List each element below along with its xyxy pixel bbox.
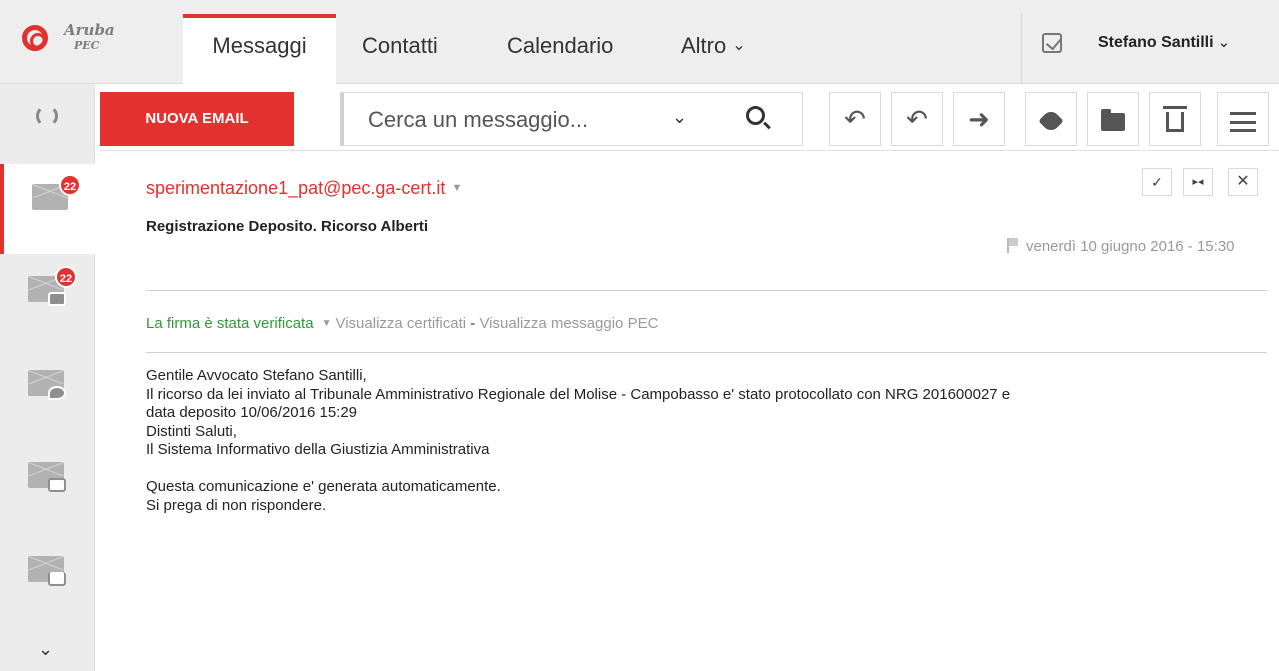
body-line: Questa comunicazione e' generata automat… <box>146 478 501 495</box>
refresh-button[interactable] <box>0 84 95 154</box>
tab-altro-label: Altro <box>681 33 727 58</box>
pencil-icon <box>48 478 66 492</box>
reply-icon: ↶ <box>844 104 866 134</box>
caret-down-icon[interactable]: ▼ <box>322 318 332 329</box>
signature-bar: La firma è stata verificata ▼ Visualizza c… <box>146 315 658 332</box>
chevron-down-icon: ⌄ <box>1217 34 1231 51</box>
divider <box>1021 14 1022 84</box>
tab-altro[interactable]: Altro ⌄ <box>681 14 746 84</box>
view-pec-message-link[interactable]: Visualizza messaggio PEC <box>479 315 658 332</box>
tab-messaggi[interactable]: Messaggi <box>183 14 336 85</box>
folder-icon <box>48 292 66 306</box>
tag-button[interactable] <box>1025 92 1077 146</box>
sidebar-item-drafts[interactable] <box>0 442 95 532</box>
sidebar-item-pec-folder[interactable]: 22 <box>0 256 95 346</box>
flag-icon[interactable] <box>1007 238 1018 253</box>
close-message-button[interactable]: ✕ <box>1228 168 1258 196</box>
tab-calendario[interactable]: Calendario <box>507 14 613 84</box>
delete-button[interactable] <box>1149 92 1201 146</box>
divider <box>146 290 1267 291</box>
body-line: Si prega di non rispondere. <box>146 496 327 514</box>
upload-icon <box>48 572 66 586</box>
reply-all-button[interactable]: ↶ <box>891 92 943 146</box>
body-line: Il ricorso da lei inviato al Tribunale A… <box>146 385 1011 403</box>
sidebar-item-inbox[interactable]: 22 <box>0 164 95 254</box>
top-bar: Aruba PEC Messaggi Contatti Calendario A… <box>0 0 1279 85</box>
body-line: data deposito 10/06/2016 15:29 <box>146 404 358 421</box>
message-body: Gentile Avvocato Stefano Santilli, Il ri… <box>146 367 1256 515</box>
search-options-chevron-icon[interactable]: ⌄ <box>672 107 687 128</box>
search-input[interactable] <box>368 106 658 134</box>
divider <box>146 352 1267 353</box>
tag-icon <box>48 386 66 400</box>
logo-text: Aruba <box>64 21 115 39</box>
hamburger-menu-icon <box>1230 112 1256 132</box>
close-icon: ✕ <box>1236 173 1250 190</box>
user-name: Stefano Santilli <box>1098 34 1214 51</box>
caret-down-icon[interactable]: ▼ <box>451 182 462 194</box>
forward-button[interactable]: ➜ <box>953 92 1005 146</box>
search-box: ⌄ <box>340 92 803 146</box>
chevron-down-icon: ⌄ <box>732 37 746 54</box>
search-icon[interactable] <box>746 106 765 125</box>
message-date: venerdì 10 giugno 2016 - 15:30 <box>1007 238 1235 255</box>
tag-icon <box>1038 108 1064 134</box>
user-menu[interactable]: Stefano Santilli ⌄ <box>1098 33 1230 52</box>
chevron-down-icon: ✓ <box>1151 174 1163 190</box>
refresh-icon <box>36 105 58 127</box>
tab-calendario-label: Calendario <box>507 33 614 58</box>
tasks-check-icon[interactable] <box>1042 33 1062 53</box>
more-menu-button[interactable] <box>1217 92 1269 146</box>
message-sender[interactable]: sperimentazione1_pat@pec.ga-cert.it ▼ <box>146 178 462 199</box>
new-email-button[interactable]: NUOVA EMAIL <box>100 92 294 146</box>
logo-icon <box>22 25 48 51</box>
sidebar-item-sent[interactable] <box>0 536 95 626</box>
webmail-app: Aruba PEC Messaggi Contatti Calendario A… <box>0 0 1279 671</box>
aruba-pec-logo[interactable]: Aruba PEC <box>22 21 115 54</box>
message-subject: Registrazione Deposito. Ricorso Alberti <box>146 218 428 235</box>
forward-arrow-icon: ➜ <box>968 104 990 134</box>
folder-sidebar: 22 22 ⌄ <box>0 84 95 671</box>
reply-button[interactable]: ↶ <box>829 92 881 146</box>
inbox-unread-badge: 22 <box>59 174 81 196</box>
sidebar-item-tagged[interactable] <box>0 350 95 440</box>
trash-icon <box>1163 106 1187 132</box>
move-folder-button[interactable] <box>1087 92 1139 146</box>
folder-icon <box>1101 109 1125 131</box>
signature-status: La firma è stata verificata <box>146 315 314 332</box>
tab-contatti-label: Contatti <box>362 33 438 58</box>
collapse-button[interactable]: ✓ <box>1142 168 1172 196</box>
tab-contatti[interactable]: Contatti <box>362 14 438 84</box>
body-line: Distinti Saluti, <box>146 422 237 440</box>
pec-unread-badge: 22 <box>55 266 77 288</box>
expand-button[interactable]: ▸◂ <box>1183 168 1213 196</box>
body-line: Il Sistema Informativo della Giustizia A… <box>146 441 490 458</box>
divider <box>100 150 1279 151</box>
sender-address: sperimentazione1_pat@pec.ga-cert.it <box>146 178 446 198</box>
link-separator: - <box>466 315 480 332</box>
reply-all-icon: ↶ <box>906 104 928 134</box>
body-line: Gentile Avvocato Stefano Santilli, <box>146 367 367 384</box>
date-text: venerdì 10 giugno 2016 - 15:30 <box>1026 238 1235 255</box>
logo-subtext: PEC <box>74 39 100 52</box>
chevron-down-icon[interactable]: ⌄ <box>38 639 53 660</box>
tab-messaggi-label: Messaggi <box>212 33 307 58</box>
body-line <box>146 460 1256 479</box>
view-certificates-link[interactable]: Visualizza certificati <box>335 315 466 332</box>
expand-icon: ▸◂ <box>1192 176 1204 188</box>
